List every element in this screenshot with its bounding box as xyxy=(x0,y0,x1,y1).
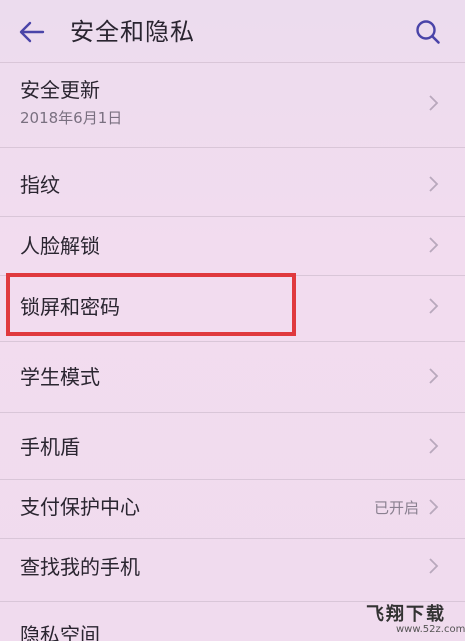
settings-item-student-mode[interactable]: 学生模式 xyxy=(0,342,465,412)
settings-item-fingerprint[interactable]: 指纹 xyxy=(0,148,465,216)
search-button[interactable] xyxy=(408,14,448,50)
chevron-right-icon xyxy=(429,298,439,314)
chevron-right-icon xyxy=(429,558,439,574)
chevron-right-icon xyxy=(429,176,439,192)
settings-item-label: 查找我的手机 xyxy=(20,555,140,579)
chevron-right-icon xyxy=(429,438,439,454)
settings-item-label: 手机盾 xyxy=(20,435,80,459)
settings-item-label: 人脸解锁 xyxy=(20,234,100,258)
back-button[interactable] xyxy=(14,14,50,50)
settings-item-label: 隐私空间 xyxy=(20,623,100,641)
watermark-url: www.52z.com xyxy=(396,624,465,635)
settings-item-face-unlock[interactable]: 人脸解锁 xyxy=(0,217,465,275)
highlight-annotation-box xyxy=(6,273,296,336)
settings-item-label: 指纹 xyxy=(20,173,60,197)
page-title: 安全和隐私 xyxy=(70,18,195,46)
chevron-right-icon xyxy=(429,95,439,111)
chevron-right-icon xyxy=(429,237,439,253)
header-bar: 安全和隐私 xyxy=(0,0,465,62)
search-icon xyxy=(416,20,440,44)
settings-item-security-update[interactable]: 安全更新 2018年6月1日 xyxy=(0,63,465,147)
settings-item-label: 学生模式 xyxy=(20,365,100,389)
settings-item-payment-protection[interactable]: 支付保护中心 已开启 xyxy=(0,480,465,538)
settings-item-subtitle: 2018年6月1日 xyxy=(20,109,123,127)
chevron-right-icon xyxy=(429,368,439,384)
settings-item-status: 已开启 xyxy=(373,499,419,517)
settings-item-label: 支付保护中心 xyxy=(20,495,140,519)
watermark-text: 飞翔下载 xyxy=(366,604,446,625)
chevron-right-icon xyxy=(429,499,439,515)
watermark-logo: 飞翔下载 www.52z.com xyxy=(366,600,465,638)
settings-screen: 安全和隐私 安全更新 2018年6月1日 指纹 人脸解锁 锁屏和密码 学生模式 … xyxy=(0,0,465,641)
settings-item-find-my-phone[interactable]: 查找我的手机 xyxy=(0,539,465,601)
settings-item-phone-shield[interactable]: 手机盾 xyxy=(0,413,465,479)
arrow-left-icon xyxy=(19,21,45,43)
settings-item-label: 安全更新 xyxy=(20,78,100,102)
